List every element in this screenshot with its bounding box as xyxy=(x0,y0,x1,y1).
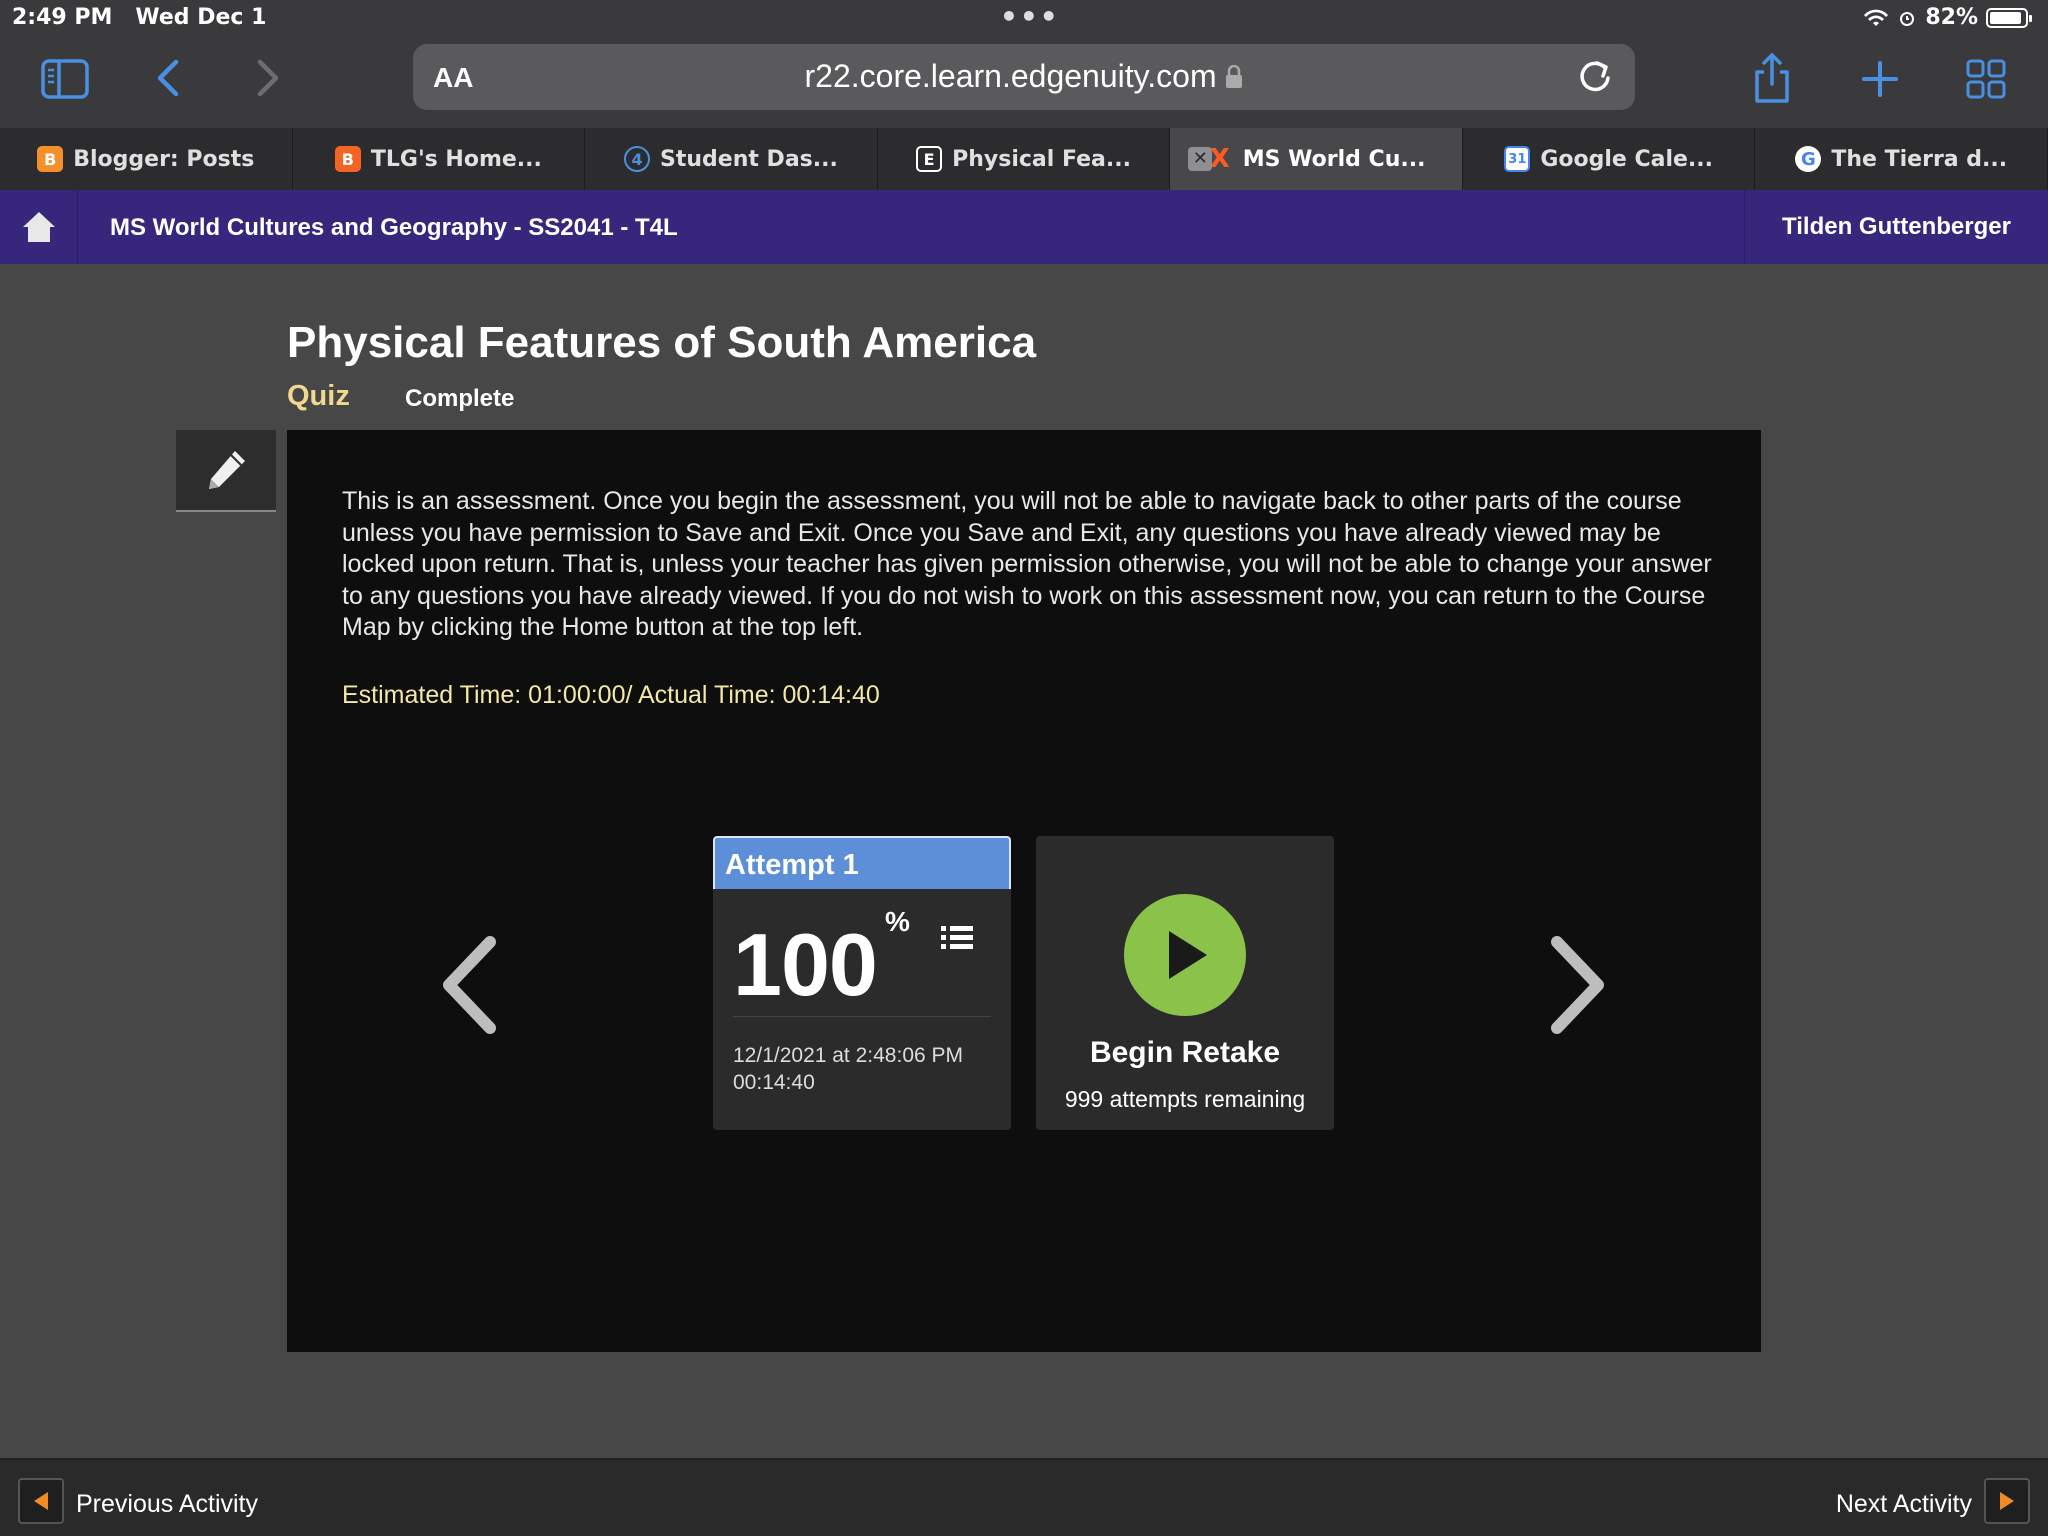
alarm-icon xyxy=(1900,11,1915,26)
home-button[interactable] xyxy=(0,190,78,264)
wifi-icon xyxy=(1864,9,1889,26)
triangle-left-icon xyxy=(34,1492,48,1510)
home-icon xyxy=(22,212,55,242)
next-activity-button[interactable] xyxy=(1984,1478,2030,1524)
sidebar-toggle-icon[interactable] xyxy=(40,56,90,102)
assessment-instructions: This is an assessment. Once you begin th… xyxy=(342,487,1712,641)
attempt-details: 12/1/2021 at 2:48:06 PM 00:14:40 xyxy=(733,1042,963,1096)
status-indicators: 82% xyxy=(1863,5,2032,30)
tab-label: Blogger: Posts xyxy=(73,146,255,172)
page-title: Physical Features of South America xyxy=(287,318,1037,367)
assessment-panel: This is an assessment. Once you begin th… xyxy=(287,430,1761,1352)
blogger-icon: B xyxy=(334,146,361,172)
browser-tabs: B Blogger: Posts B TLG's Home... 4 Stude… xyxy=(0,128,2048,190)
play-button[interactable] xyxy=(1124,894,1246,1016)
user-name[interactable]: Tilden Guttenberger xyxy=(1744,190,2048,264)
time-tracker: Estimated Time: 01:00:00/ Actual Time: 0… xyxy=(342,681,880,709)
divider xyxy=(733,1016,991,1017)
tab-label: Student Das... xyxy=(660,146,838,172)
course-title: MS World Cultures and Geography - SS2041… xyxy=(110,214,678,241)
new-tab-icon[interactable] xyxy=(1860,56,1900,102)
next-activity-label[interactable]: Next Activity xyxy=(1836,1490,1972,1519)
review-list-icon[interactable] xyxy=(941,924,973,957)
pencil-icon xyxy=(209,451,245,489)
battery-icon xyxy=(1986,7,2032,28)
score-percent-sign: % xyxy=(885,906,910,937)
lock-icon xyxy=(1226,64,1243,88)
begin-retake-label: Begin Retake xyxy=(1089,1036,1281,1069)
edgenuity-e-icon: E xyxy=(916,146,943,172)
ios-status-bar: 2:49 PM Wed Dec 1 ••• 82% xyxy=(0,0,2048,36)
previous-attempt-arrow[interactable] xyxy=(435,930,505,1040)
battery-percent: 82% xyxy=(1925,5,1978,30)
attempt-card[interactable]: Attempt 1 100 % 12/1/2021 at 2:48:06 PM … xyxy=(713,836,1011,1130)
tab-google-calendar[interactable]: 31 Google Cale... xyxy=(1463,128,1756,190)
edgenuity-dashboard-icon: 4 xyxy=(624,146,651,172)
notes-button[interactable] xyxy=(176,430,276,512)
tab-tierra[interactable]: G The Tierra d... xyxy=(1755,128,2048,190)
tab-label: TLG's Home... xyxy=(370,146,542,172)
course-header: MS World Cultures and Geography - SS2041… xyxy=(0,190,2048,264)
browser-toolbar: AA r22.core.learn.edgenuity.com xyxy=(0,36,2048,128)
forward-icon[interactable] xyxy=(250,54,286,102)
close-tab-icon[interactable]: ✕ xyxy=(1188,147,1213,171)
back-icon[interactable] xyxy=(150,54,186,102)
url-text: r22.core.learn.edgenuity.com xyxy=(413,58,1635,95)
activity-nav-bar: Previous Activity Next Activity xyxy=(0,1458,2048,1536)
tab-ms-world-cultures[interactable]: ✕ X MS World Cu... xyxy=(1170,128,1463,190)
address-bar[interactable]: AA r22.core.learn.edgenuity.com xyxy=(413,44,1635,110)
multitasking-dots[interactable]: ••• xyxy=(1000,0,1060,33)
tab-student-dashboard[interactable]: 4 Student Das... xyxy=(585,128,878,190)
attempt-date: 12/1/2021 at 2:48:06 PM xyxy=(733,1044,964,1067)
next-attempt-arrow[interactable] xyxy=(1542,930,1612,1040)
attempts-remaining: 999 attempts remaining xyxy=(1064,1086,1306,1112)
blogger-icon: B xyxy=(37,146,64,172)
attempt-score: 100 xyxy=(733,915,878,1014)
tab-tlg-home[interactable]: B TLG's Home... xyxy=(293,128,586,190)
begin-retake-card[interactable]: Begin Retake 999 attempts remaining xyxy=(1036,836,1334,1130)
tab-label: Physical Fea... xyxy=(952,146,1131,172)
play-icon xyxy=(1169,931,1207,979)
triangle-right-icon xyxy=(2000,1492,2014,1510)
attempt-duration: 00:14:40 xyxy=(733,1071,815,1094)
tab-label: Google Cale... xyxy=(1540,146,1714,172)
previous-activity-button[interactable] xyxy=(18,1478,64,1524)
chevron-right-icon xyxy=(1551,936,1604,1034)
tab-label: The Tierra d... xyxy=(1831,146,2008,172)
chevron-left-icon xyxy=(443,936,496,1034)
share-icon[interactable] xyxy=(1752,50,1792,106)
reload-icon[interactable] xyxy=(1575,56,1615,101)
activity-type: Quiz xyxy=(287,380,350,412)
tab-label: MS World Cu... xyxy=(1242,146,1426,172)
google-icon: G xyxy=(1795,146,1822,172)
tab-overview-icon[interactable] xyxy=(1964,56,2008,102)
attempt-title: Attempt 1 xyxy=(713,836,1011,889)
tab-physical-features[interactable]: E Physical Fea... xyxy=(878,128,1171,190)
status-time: 2:49 PM Wed Dec 1 xyxy=(12,5,267,30)
calendar-icon: 31 xyxy=(1504,146,1531,172)
activity-status: Complete xyxy=(405,385,515,412)
tab-blogger-posts[interactable]: B Blogger: Posts xyxy=(0,128,293,190)
previous-activity-label[interactable]: Previous Activity xyxy=(76,1490,258,1519)
